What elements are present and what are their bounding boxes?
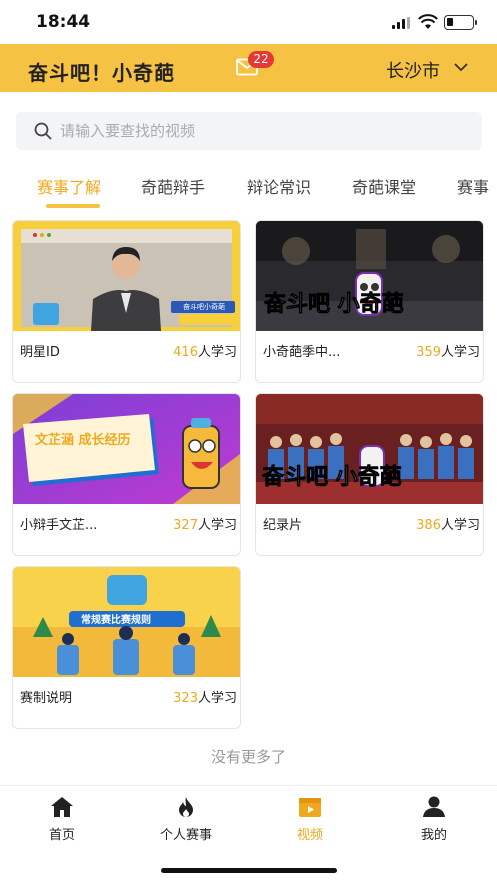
learner-count: 386人学习 [416, 518, 480, 533]
tab-events[interactable]: 赛事 [457, 174, 489, 198]
tab-event-intro[interactable]: 赛事了解 [37, 174, 101, 198]
mail-badge: 22 [248, 51, 274, 68]
tabbar-label: 视频 [296, 828, 323, 843]
video-thumbnail[interactable]: 奋斗吧 小奇葩 [256, 394, 483, 504]
tabbar-label: 个人赛事 [159, 828, 212, 843]
card-title: 明星ID [20, 345, 60, 360]
tabbar-home[interactable]: 首页 [17, 796, 107, 846]
tab-classroom[interactable]: 奇葩课堂 [352, 174, 416, 198]
tab-debate-knowledge[interactable]: 辩论常识 [247, 174, 311, 198]
tabbar-personal-events[interactable]: 个人赛事 [141, 796, 231, 846]
card-title: 赛制说明 [20, 691, 73, 706]
tab-debaters[interactable]: 奇葩辩手 [141, 174, 205, 198]
thumbnail-caption: 奋斗吧 小奇葩 [261, 464, 402, 490]
search-bar[interactable] [16, 112, 482, 150]
user-icon [423, 796, 445, 817]
search-icon [34, 122, 52, 140]
active-tab-indicator [46, 204, 100, 208]
card-title: 小奇葩季中... [263, 345, 341, 360]
video-icon [299, 798, 321, 817]
card-title: 小辩手文芷... [20, 518, 98, 533]
home-indicator [161, 868, 337, 873]
thumbnail-caption: 文芷涵 成长经历 [35, 432, 131, 448]
end-of-list-note: 没有更多了 [210, 748, 286, 766]
status-bar: 18:44 [0, 0, 497, 44]
city-selector[interactable]: 长沙市 [386, 57, 440, 83]
battery-icon [444, 15, 477, 30]
video-thumbnail[interactable]: 常规赛比赛规则 [13, 567, 240, 677]
learner-count: 323人学习 [173, 691, 237, 706]
card-title: 纪录片 [263, 518, 303, 533]
tabbar-mine[interactable]: 我的 [389, 796, 479, 846]
thumbnail-caption: 常规赛比赛规则 [81, 613, 151, 626]
wifi-icon [418, 14, 438, 29]
video-card[interactable]: 文芷涵 成长经历 小辩手文芷... 327人学习 [12, 393, 241, 556]
tabbar-label: 首页 [48, 828, 75, 843]
app-title: 奋斗吧！小奇葩 [28, 61, 175, 85]
video-card[interactable]: 奋斗吧小奇葩 明星ID 416人学习 [12, 220, 241, 383]
video-card[interactable]: 奋斗吧 小奇葩 纪录片 386人学习 [255, 393, 484, 556]
video-card[interactable]: 常规赛比赛规则 赛制说明 323人学习 [12, 566, 241, 729]
thumbnail-caption: 奋斗吧 小奇葩 [263, 291, 404, 317]
home-icon [51, 797, 73, 817]
chevron-down-icon[interactable] [454, 62, 468, 72]
video-thumbnail[interactable]: 奋斗吧小奇葩 [13, 221, 240, 331]
flame-icon [179, 797, 193, 817]
category-tabs: 赛事了解 奇葩辩手 辩论常识 奇葩课堂 赛事 [0, 168, 497, 210]
learner-count: 416人学习 [173, 345, 237, 360]
video-card[interactable]: 奋斗吧 小奇葩 小奇葩季中... 359人学习 [255, 220, 484, 383]
learner-count: 327人学习 [173, 518, 237, 533]
tabbar-video[interactable]: 视频 [265, 796, 355, 846]
search-input[interactable] [60, 112, 460, 150]
video-thumbnail[interactable]: 文芷涵 成长经历 [13, 394, 240, 504]
tabbar-label: 我的 [420, 828, 447, 843]
video-thumbnail[interactable]: 奋斗吧 小奇葩 [256, 221, 483, 331]
status-time: 18:44 [36, 12, 91, 32]
learner-count: 359人学习 [416, 345, 480, 360]
signal-icon [392, 17, 412, 29]
app-header: 奋斗吧！小奇葩 22 长沙市 [0, 44, 497, 92]
thumbnail-caption: 奋斗吧小奇葩 [183, 302, 225, 311]
